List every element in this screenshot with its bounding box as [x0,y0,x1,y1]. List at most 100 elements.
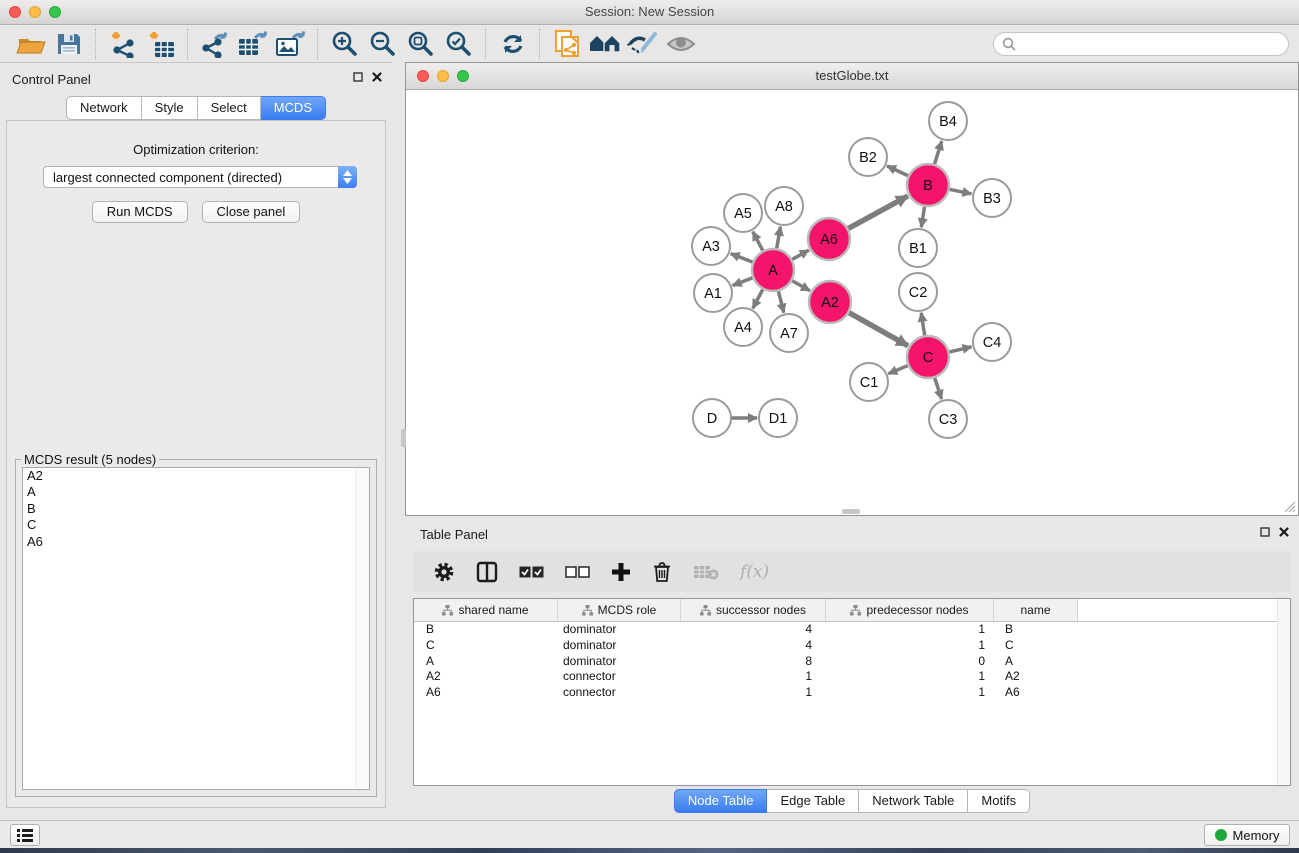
splitter-handle-horizontal[interactable] [842,509,860,514]
zoom-window-icon[interactable] [49,6,61,18]
table-cell[interactable]: 1 [826,669,994,685]
select-all-columns-button[interactable] [519,566,544,578]
graph-node-C1[interactable]: C1 [850,363,888,401]
export-table-button[interactable] [234,28,272,60]
mcds-result-item[interactable]: A2 [23,468,369,484]
graph-edge-B-B2[interactable] [887,166,909,176]
graph-node-A7[interactable]: A7 [770,314,808,352]
graph-edge-C-C3[interactable] [934,377,941,399]
column-header-MCDS-role[interactable]: MCDS role [558,599,681,621]
table-cell[interactable]: 1 [826,685,994,701]
table-cell[interactable]: 1 [681,685,826,701]
graph-edge-A-A1[interactable] [733,278,754,286]
table-cell[interactable]: 0 [826,654,994,670]
close-panel-button[interactable]: Close panel [202,201,301,223]
table-row[interactable]: A6connector11A6 [414,685,1290,701]
graph-node-A3[interactable]: A3 [692,227,730,265]
column-header-successor-nodes[interactable]: successor nodes [681,599,826,621]
table-row[interactable]: Adominator80A [414,654,1290,670]
table-cell[interactable]: 1 [826,638,994,654]
close-network-window-icon[interactable] [417,70,429,82]
graph-edge-C-C4[interactable] [948,347,971,352]
graph-node-B2[interactable]: B2 [849,138,887,176]
table-cell[interactable]: 8 [681,654,826,670]
graph-edge-B-B3[interactable] [949,189,972,194]
graph-edge-C-C2[interactable] [921,313,925,336]
graph-node-C[interactable]: C [907,336,949,378]
table-cell[interactable]: A6 [994,685,1078,701]
graph-edge-A-A7[interactable] [778,290,784,312]
refresh-button[interactable] [494,28,532,60]
graph-edge-A-A8[interactable] [777,227,781,250]
graph-edge-A-A6[interactable] [791,250,809,260]
zoom-network-window-icon[interactable] [457,70,469,82]
graph-edge-C-C1[interactable] [888,365,908,374]
zoom-selected-button[interactable] [440,28,478,60]
graph-node-A6[interactable]: A6 [808,218,850,260]
table-cell[interactable]: connector [558,685,681,701]
graph-node-A5[interactable]: A5 [724,194,762,232]
table-cell[interactable]: A2 [994,669,1078,685]
delete-column-button[interactable] [652,561,672,583]
table-cell[interactable]: C [414,638,558,654]
table-row[interactable]: Cdominator41C [414,638,1290,654]
graph-edge-A6-B[interactable] [847,196,907,229]
graph-node-B4[interactable]: B4 [929,102,967,140]
float-table-panel-icon[interactable] [1260,527,1270,537]
table-cell[interactable]: dominator [558,622,681,638]
tab-edge-table[interactable]: Edge Table [767,789,859,813]
show-all-networks-button[interactable] [586,28,624,60]
graph-edge-A-A2[interactable] [791,280,810,290]
import-table-button[interactable] [142,28,180,60]
graph-node-A4[interactable]: A4 [724,308,762,346]
table-cell[interactable]: A2 [414,669,558,685]
graph-node-D[interactable]: D [693,399,731,437]
open-session-button[interactable] [12,28,50,60]
mcds-result-item[interactable]: A [23,484,369,500]
zoom-out-button[interactable] [364,28,402,60]
graph-node-A1[interactable]: A1 [694,274,732,312]
import-network-button[interactable] [104,28,142,60]
search-input[interactable] [1021,35,1288,52]
graph-node-D1[interactable]: D1 [759,399,797,437]
table-cell[interactable]: A6 [414,685,558,701]
column-header-shared-name[interactable]: shared name [414,599,558,621]
table-scrollbar-track[interactable] [1277,599,1290,785]
tab-network[interactable]: Network [66,96,142,120]
tab-network-table[interactable]: Network Table [859,789,968,813]
table-cell[interactable]: 4 [681,622,826,638]
clone-network-button[interactable] [548,28,586,60]
function-builder-button[interactable]: f(x) [740,562,769,582]
table-cell[interactable]: 1 [826,622,994,638]
graph-node-B1[interactable]: B1 [899,229,937,267]
tab-motifs[interactable]: Motifs [968,789,1030,813]
graph-edge-A-A3[interactable] [731,254,754,263]
save-session-button[interactable] [50,28,88,60]
column-header-predecessor-nodes[interactable]: predecessor nodes [826,599,994,621]
minimize-window-icon[interactable] [29,6,41,18]
graph-node-B[interactable]: B [907,164,949,206]
tab-select[interactable]: Select [198,96,261,120]
graph-node-A8[interactable]: A8 [765,187,803,225]
table-settings-button[interactable] [433,561,455,583]
graph-node-C2[interactable]: C2 [899,273,937,311]
table-cell[interactable]: 1 [681,669,826,685]
table-cell[interactable]: B [414,622,558,638]
add-column-button[interactable] [611,562,631,582]
close-panel-icon[interactable] [372,72,382,82]
export-image-button[interactable] [272,28,310,60]
deselect-all-columns-button[interactable] [565,566,590,578]
show-selected-button[interactable] [662,28,700,60]
run-mcds-button[interactable]: Run MCDS [92,201,188,223]
scrollbar-track[interactable] [355,468,369,789]
zoom-in-button[interactable] [326,28,364,60]
graph-edge-B-B4[interactable] [934,141,941,165]
table-cell[interactable]: B [994,622,1078,638]
tab-style[interactable]: Style [142,96,198,120]
delete-table-button[interactable] [693,564,719,580]
table-cell[interactable]: A [414,654,558,670]
graph-node-C3[interactable]: C3 [929,400,967,438]
table-row[interactable]: A2connector11A2 [414,669,1290,685]
graph-node-C4[interactable]: C4 [973,323,1011,361]
table-cell[interactable]: connector [558,669,681,685]
